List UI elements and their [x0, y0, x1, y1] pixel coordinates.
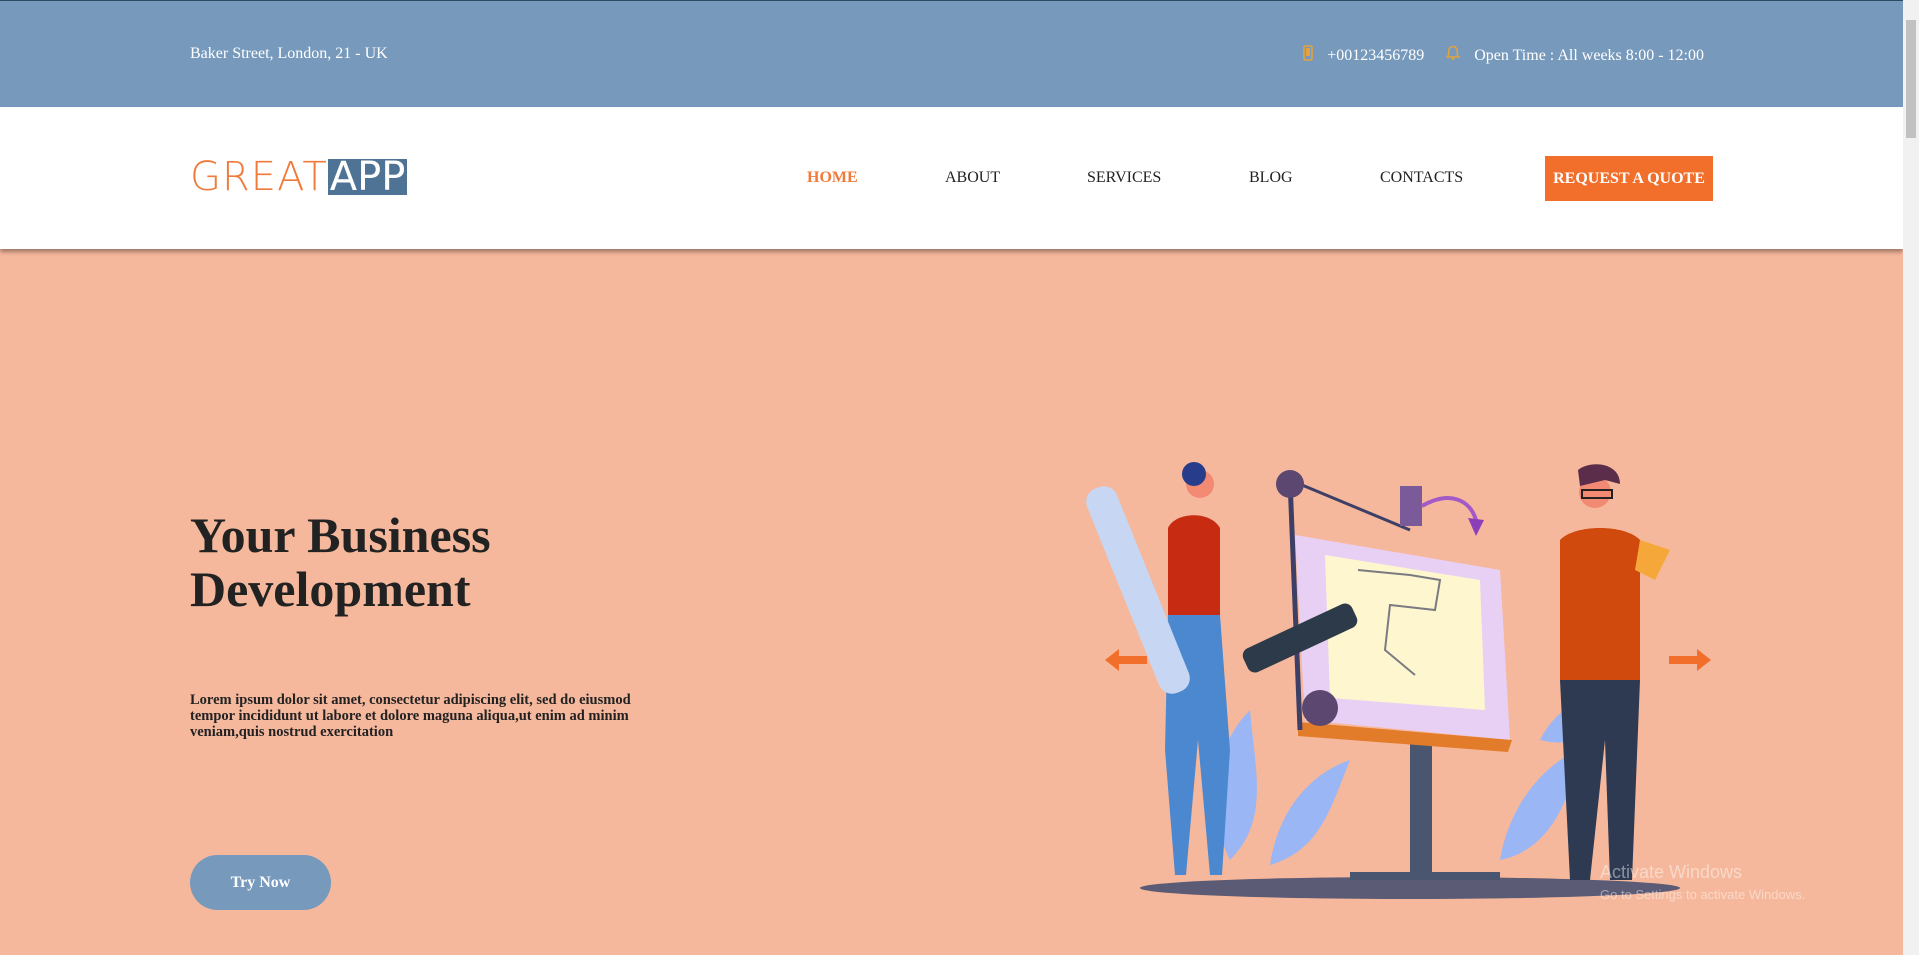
hero-title-line1: Your Business — [190, 507, 491, 563]
hero-illustration — [1086, 462, 1680, 899]
address-text: Baker Street, London, 21 - UK — [190, 45, 388, 62]
nav-item-about[interactable]: ABOUT — [945, 169, 1000, 187]
bell-icon — [1446, 45, 1461, 66]
site-logo[interactable]: GREAT APP — [190, 154, 408, 200]
main-navbar: GREAT APP HOME ABOUT SERVICES BLOG CONTA… — [0, 107, 1903, 249]
page-scrollbar[interactable] — [1903, 0, 1919, 955]
nav-item-services[interactable]: SERVICES — [1087, 169, 1161, 187]
hero-description: Lorem ipsum dolor sit amet, consectetur … — [190, 692, 631, 740]
nav-item-blog[interactable]: BLOG — [1249, 169, 1293, 187]
windows-activation-watermark: Activate Windows Go to Settings to activ… — [1600, 862, 1805, 902]
nav-item-home[interactable]: HOME — [807, 169, 858, 187]
logo-app: APP — [327, 154, 408, 200]
open-hours-text: Open Time : All weeks 8:00 - 12:00 — [1474, 46, 1704, 64]
mobile-phone-icon — [1303, 45, 1313, 66]
hero-title: Your Business Development — [190, 508, 491, 616]
contact-info: +00123456789 Open Time : All weeks 8:00 … — [1303, 45, 1704, 66]
top-info-bar: Baker Street, London, 21 - UK +001234567… — [0, 0, 1903, 108]
nav-item-contacts[interactable]: CONTACTS — [1380, 169, 1463, 187]
scrollbar-thumb[interactable] — [1906, 20, 1916, 138]
hero-title-line2: Development — [190, 561, 471, 617]
phone-number[interactable]: +00123456789 — [1327, 47, 1424, 65]
request-quote-button[interactable]: REQUEST A QUOTE — [1545, 156, 1713, 201]
watermark-line1: Activate Windows — [1600, 862, 1743, 882]
logo-great: GREAT — [190, 154, 328, 200]
try-now-button[interactable]: Try Now — [190, 855, 331, 910]
watermark-line2: Go to Settings to activate Windows. — [1600, 887, 1806, 902]
